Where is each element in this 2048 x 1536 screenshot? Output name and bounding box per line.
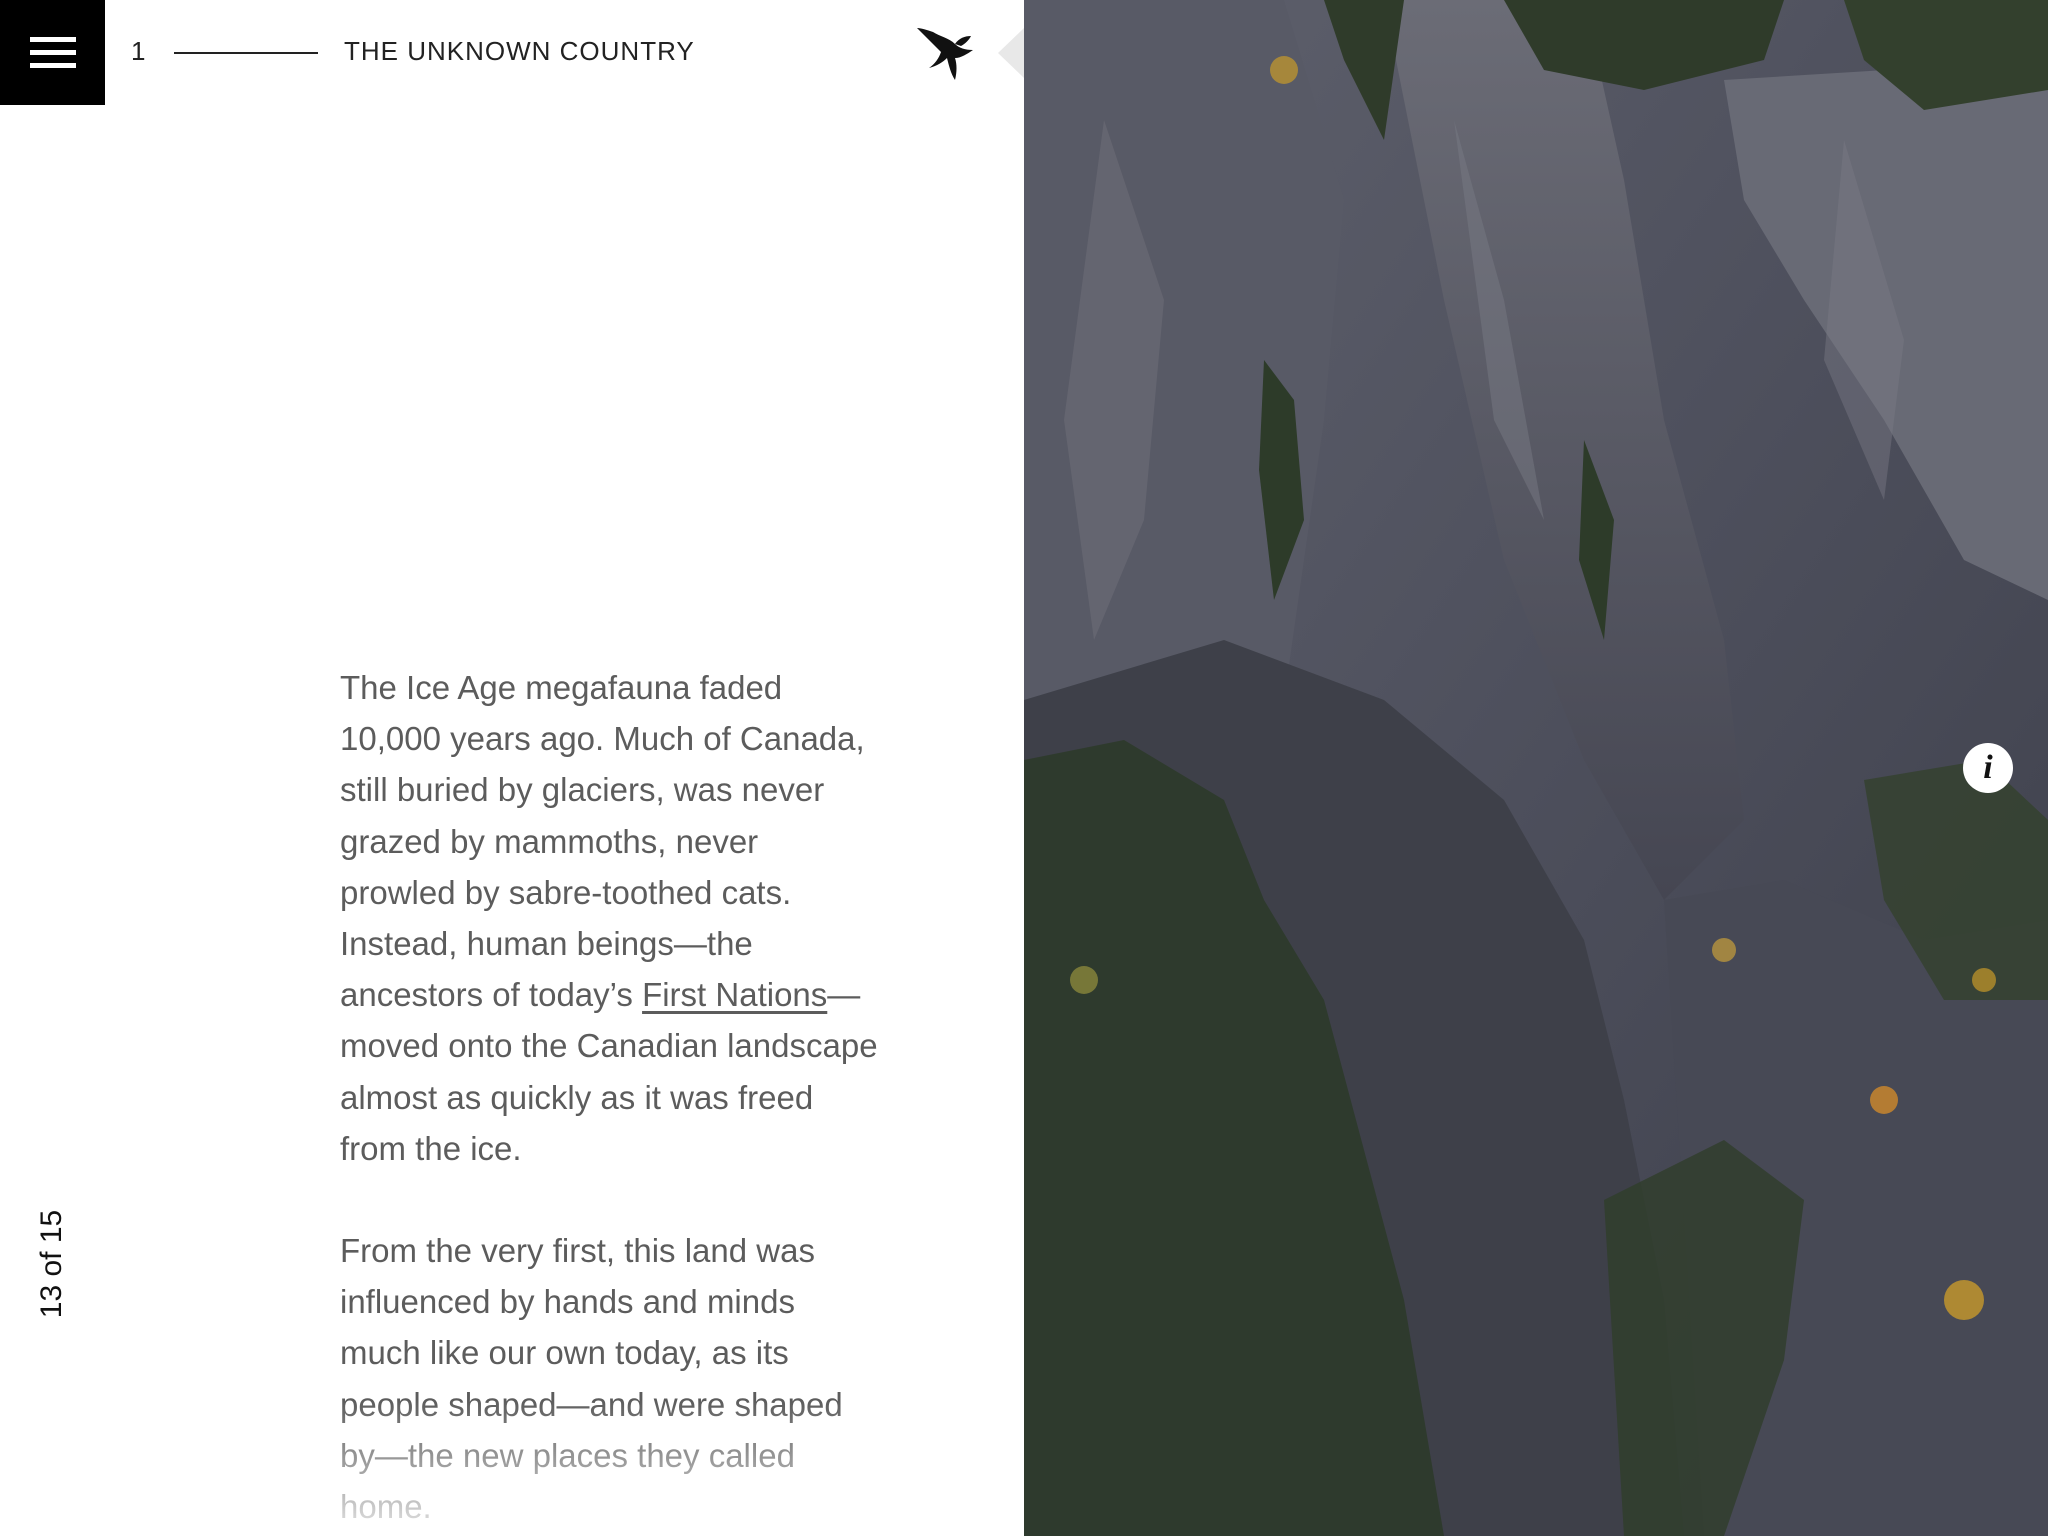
article-paragraph-2: From the very first, this land was influ… — [340, 1232, 843, 1526]
paragraph-1-text-start: The Ice Age megafauna faded 10,000 years… — [340, 669, 865, 1014]
article-paragraph-1: The Ice Age megafauna faded 10,000 years… — [340, 662, 880, 1174]
text-panel: 1 THE UNKNOWN COUNTRY 13 of 15 The Ice A… — [0, 0, 1024, 1536]
page-counter: 13 of 15 — [35, 1209, 68, 1319]
info-button[interactable]: i — [1963, 743, 2013, 793]
article-body: The Ice Age megafauna faded 10,000 years… — [340, 662, 900, 1532]
chapter-number: 1 — [131, 36, 146, 66]
cliff-photo — [1024, 0, 2048, 1536]
header-divider — [174, 52, 318, 54]
first-nations-link[interactable]: First Nations — [642, 976, 827, 1013]
chapter-title[interactable]: THE UNKNOWN COUNTRY — [344, 36, 695, 67]
panel-notch — [998, 28, 1024, 78]
flying-bird-icon[interactable] — [915, 22, 977, 82]
info-icon: i — [1983, 749, 1993, 786]
menu-button[interactable] — [0, 0, 105, 105]
